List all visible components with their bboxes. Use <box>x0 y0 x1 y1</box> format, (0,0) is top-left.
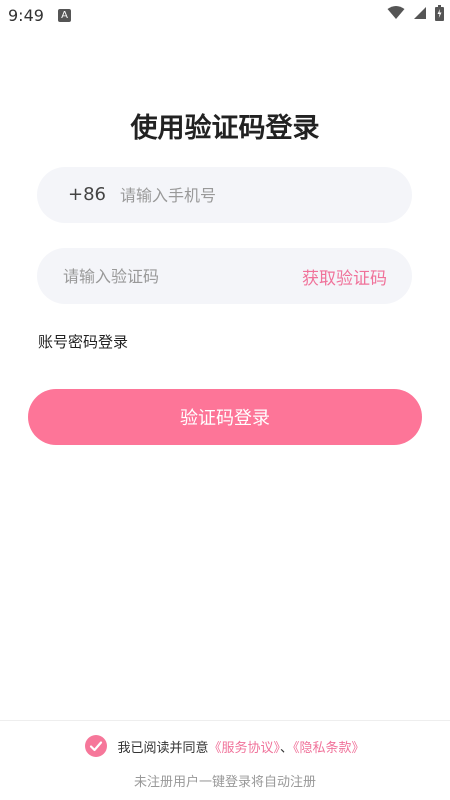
country-code-prefix[interactable]: +86 <box>68 184 106 205</box>
login-screen: 9:49 A 使用验证码登录 +86 获取验证码 账号密码登录 <box>0 0 450 800</box>
agree-checkbox[interactable] <box>85 735 108 757</box>
auto-register-note: 未注册用户一键登录将自动注册 <box>133 775 316 790</box>
agreement-text: 我已阅读并同意《服务协议》、《隐私条款》 <box>117 737 364 756</box>
get-code-button[interactable]: 获取验证码 <box>302 264 387 289</box>
status-icons <box>387 5 444 21</box>
signal-icon <box>413 6 427 20</box>
status-time: 9:49 <box>8 6 44 25</box>
checkmark-icon <box>90 741 103 752</box>
account-password-login-link[interactable]: 账号密码登录 <box>38 331 128 352</box>
page-title: 使用验证码登录 <box>130 113 320 144</box>
phone-input[interactable] <box>120 184 390 206</box>
agreement-separator: 、 <box>280 740 294 756</box>
wifi-icon <box>387 6 405 20</box>
status-bar: 9:49 A <box>0 0 450 32</box>
agreement-row: 我已阅读并同意《服务协议》、《隐私条款》 <box>0 735 450 757</box>
phone-field: +86 <box>37 167 412 223</box>
service-agreement-link[interactable]: 《服务协议》 <box>208 741 280 756</box>
privacy-policy-link[interactable]: 《隐私条款》 <box>293 741 365 756</box>
code-login-button[interactable]: 验证码登录 <box>28 389 422 445</box>
agree-prefix: 我已阅读并同意 <box>117 740 209 756</box>
battery-icon <box>435 5 444 21</box>
notification-a-icon: A <box>58 9 71 22</box>
footer-divider <box>0 720 450 721</box>
verification-code-field: 获取验证码 <box>37 248 412 304</box>
verification-code-input[interactable] <box>63 265 283 287</box>
